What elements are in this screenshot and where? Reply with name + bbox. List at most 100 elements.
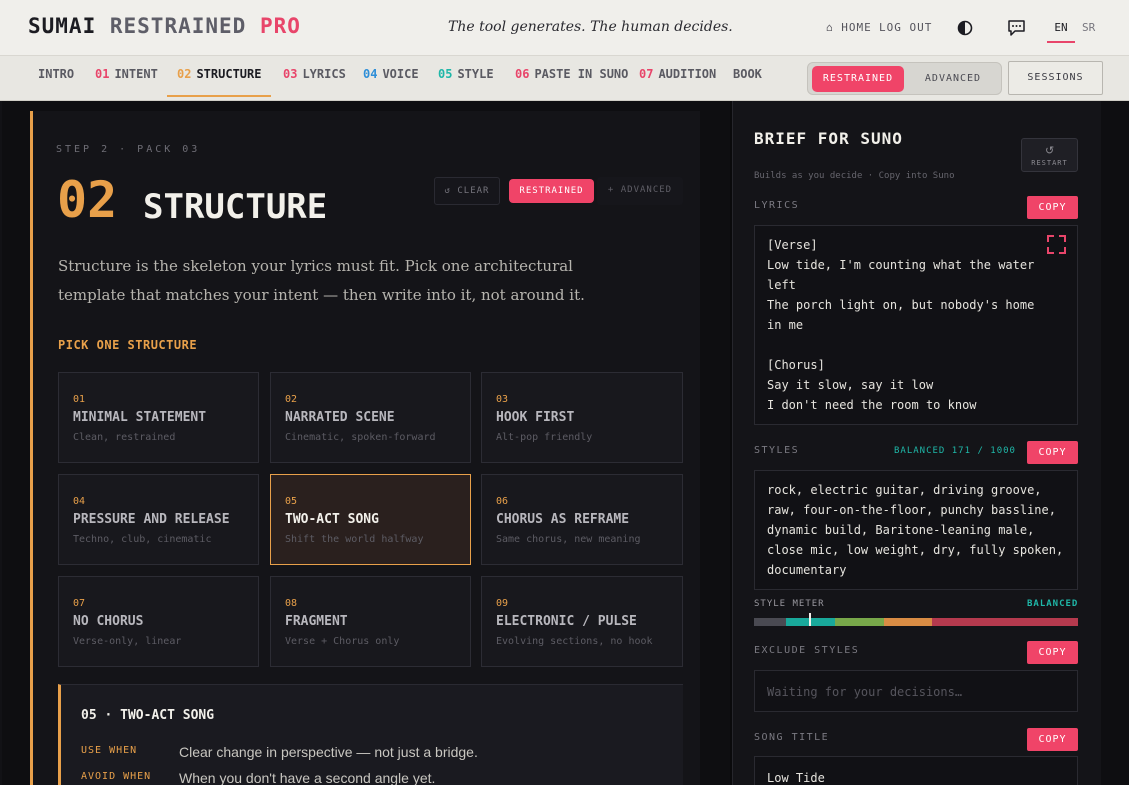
structure-detail-panel: 05 · TWO-ACT SONG USE WHEN Clear change …	[58, 684, 683, 785]
restart-button[interactable]: ↺ RESTART	[1021, 138, 1078, 172]
avoid-when-value: When you don't have a second angle yet.	[179, 770, 436, 785]
structure-card-minimal-statement[interactable]: 01 MINIMAL STATEMENT Clean, restrained	[58, 372, 259, 463]
step-number: 02	[57, 171, 118, 229]
lyrics-line: I don't need the room to know	[767, 398, 977, 412]
theme-toggle-icon[interactable]	[957, 20, 973, 36]
lyrics-label: LYRICS	[754, 200, 800, 211]
lyrics-box[interactable]: [Verse] Low tide, I'm counting what the …	[754, 225, 1078, 425]
sessions-button[interactable]: SESSIONS	[1008, 61, 1103, 95]
logout-link[interactable]: LOG OUT	[879, 21, 932, 34]
nav-label: VOICE	[382, 67, 419, 81]
restrained-button[interactable]: RESTRAINED	[509, 179, 594, 203]
nav-audition[interactable]: 07 AUDITION	[639, 67, 716, 97]
nav-num: 01	[95, 67, 110, 81]
card-number: 09	[496, 598, 509, 609]
step-label: STEP 2 · PACK 03	[56, 144, 201, 155]
lyrics-line: Say it slow, say it low	[767, 378, 934, 392]
song-title-label: SONG TITLE	[754, 732, 830, 743]
structure-card-pressure-and-release[interactable]: 04 PRESSURE AND RELEASE Techno, club, ci…	[58, 474, 259, 565]
style-meter-label: STYLE METER	[754, 599, 825, 609]
styles-char-count: BALANCED 171 / 1000	[894, 446, 1016, 456]
nav-lyrics[interactable]: 03 LYRICS	[283, 67, 346, 97]
structure-card-chorus-as-reframe[interactable]: 06 CHORUS AS REFRAME Same chorus, new me…	[481, 474, 683, 565]
nav-structure[interactable]: 02 STRUCTURE	[167, 67, 272, 97]
card-title: CHORUS AS REFRAME	[496, 512, 630, 527]
card-title: ELECTRONIC / PULSE	[496, 614, 637, 629]
styles-box[interactable]: rock, electric guitar, driving groove, r…	[754, 470, 1078, 590]
card-title: FRAGMENT	[285, 614, 348, 629]
meter-segment	[754, 618, 786, 626]
styles-label: STYLES	[754, 445, 800, 456]
lyrics-line: in me	[767, 318, 804, 332]
structure-card-no-chorus[interactable]: 07 NO CHORUS Verse-only, linear	[58, 576, 259, 667]
nav-num: 03	[283, 67, 298, 81]
copy-lyrics-button[interactable]: COPY	[1027, 196, 1078, 219]
card-subtitle: Alt-pop friendly	[496, 432, 593, 443]
nav-paste-in-suno[interactable]: 06 PASTE IN SUNO	[515, 67, 628, 97]
nav-num: 06	[515, 67, 530, 81]
card-number: 04	[73, 496, 86, 507]
nav-num: 04	[363, 67, 378, 81]
home-link[interactable]: ⌂ HOME	[826, 21, 872, 34]
nav-book[interactable]: BOOK	[733, 67, 762, 97]
lyrics-line: [Verse]	[767, 238, 818, 252]
page-title: STRUCTURE	[143, 187, 328, 227]
lyrics-line: [Chorus]	[767, 358, 825, 372]
chat-icon[interactable]	[1007, 19, 1026, 37]
card-title: NARRATED SCENE	[285, 410, 395, 425]
card-number: 01	[73, 394, 86, 405]
nav-voice[interactable]: 04 VOICE	[363, 67, 419, 97]
tagline: The tool generates. The human decides.	[448, 19, 733, 35]
restart-icon: ↺	[1045, 144, 1055, 157]
brand-part-3: PRO	[259, 14, 301, 38]
copy-exclude-button[interactable]: COPY	[1027, 641, 1078, 664]
card-number: 03	[496, 394, 509, 405]
lyrics-line: The porch light on, but nobody's home	[767, 298, 1035, 312]
card-subtitle: Verse-only, linear	[73, 636, 182, 647]
use-when-value: Clear change in perspective — not just a…	[179, 744, 478, 760]
meter-segment	[883, 618, 933, 626]
card-title: TWO-ACT SONG	[285, 512, 379, 527]
structure-card-electronic-pulse[interactable]: 09 ELECTRONIC / PULSE Evolving sections,…	[481, 576, 683, 667]
mode-restrained-button[interactable]: RESTRAINED	[812, 66, 904, 92]
structure-card-hook-first[interactable]: 03 HOOK FIRST Alt-pop friendly	[481, 372, 683, 463]
meter-segment	[834, 618, 884, 626]
copy-title-button[interactable]: COPY	[1027, 728, 1078, 751]
card-subtitle: Shift the world halfway	[285, 534, 424, 545]
structure-card-narrated-scene[interactable]: 02 NARRATED SCENE Cinematic, spoken-forw…	[270, 372, 471, 463]
card-title: HOOK FIRST	[496, 410, 575, 425]
nav-label: STYLE	[457, 67, 494, 81]
pick-structure-label: PICK ONE STRUCTURE	[58, 338, 198, 352]
avoid-when-label: AVOID WHEN	[81, 771, 152, 782]
detail-title: 05 · TWO-ACT SONG	[81, 708, 215, 723]
restart-label: RESTART	[1031, 159, 1068, 167]
nav-style[interactable]: 05 STYLE	[438, 67, 494, 97]
lyrics-line: left	[767, 278, 796, 292]
card-title: NO CHORUS	[73, 614, 144, 629]
card-subtitle: Same chorus, new meaning	[496, 534, 641, 545]
exclude-styles-box[interactable]: Waiting for your decisions…	[754, 670, 1078, 712]
nav-intro[interactable]: INTRO	[38, 67, 74, 97]
lang-sr-toggle[interactable]: SR	[1082, 21, 1095, 34]
structure-card-two-act-song[interactable]: 05 TWO-ACT SONG Shift the world halfway	[270, 474, 471, 565]
nav-label: LYRICS	[302, 67, 346, 81]
expand-icon[interactable]	[1047, 235, 1066, 254]
nav-label: STRUCTURE	[196, 67, 262, 81]
clear-button[interactable]: ↺ CLEAR	[434, 177, 500, 205]
card-subtitle: Techno, club, cinematic	[73, 534, 212, 545]
brand-part-2: RESTRAINED	[109, 14, 247, 38]
nav-num: 02	[177, 67, 192, 81]
structure-card-fragment[interactable]: 08 FRAGMENT Verse + Chorus only	[270, 576, 471, 667]
card-number: 08	[285, 598, 298, 609]
nav-intent[interactable]: 01 INTENT	[95, 67, 158, 97]
card-subtitle: Verse + Chorus only	[285, 636, 400, 647]
song-title-box[interactable]: Low Tide	[754, 756, 1078, 785]
lyrics-line: Low tide, I'm counting what the water	[767, 258, 1035, 272]
copy-styles-button[interactable]: COPY	[1027, 441, 1078, 464]
card-number: 07	[73, 598, 86, 609]
brand-logo[interactable]: SUMAI RESTRAINED PRO	[28, 14, 301, 38]
advanced-button[interactable]: + ADVANCED	[597, 177, 683, 205]
mode-advanced-button[interactable]: ADVANCED	[908, 66, 998, 92]
lang-en-toggle[interactable]: EN	[1047, 21, 1075, 43]
style-meter	[754, 618, 1078, 626]
